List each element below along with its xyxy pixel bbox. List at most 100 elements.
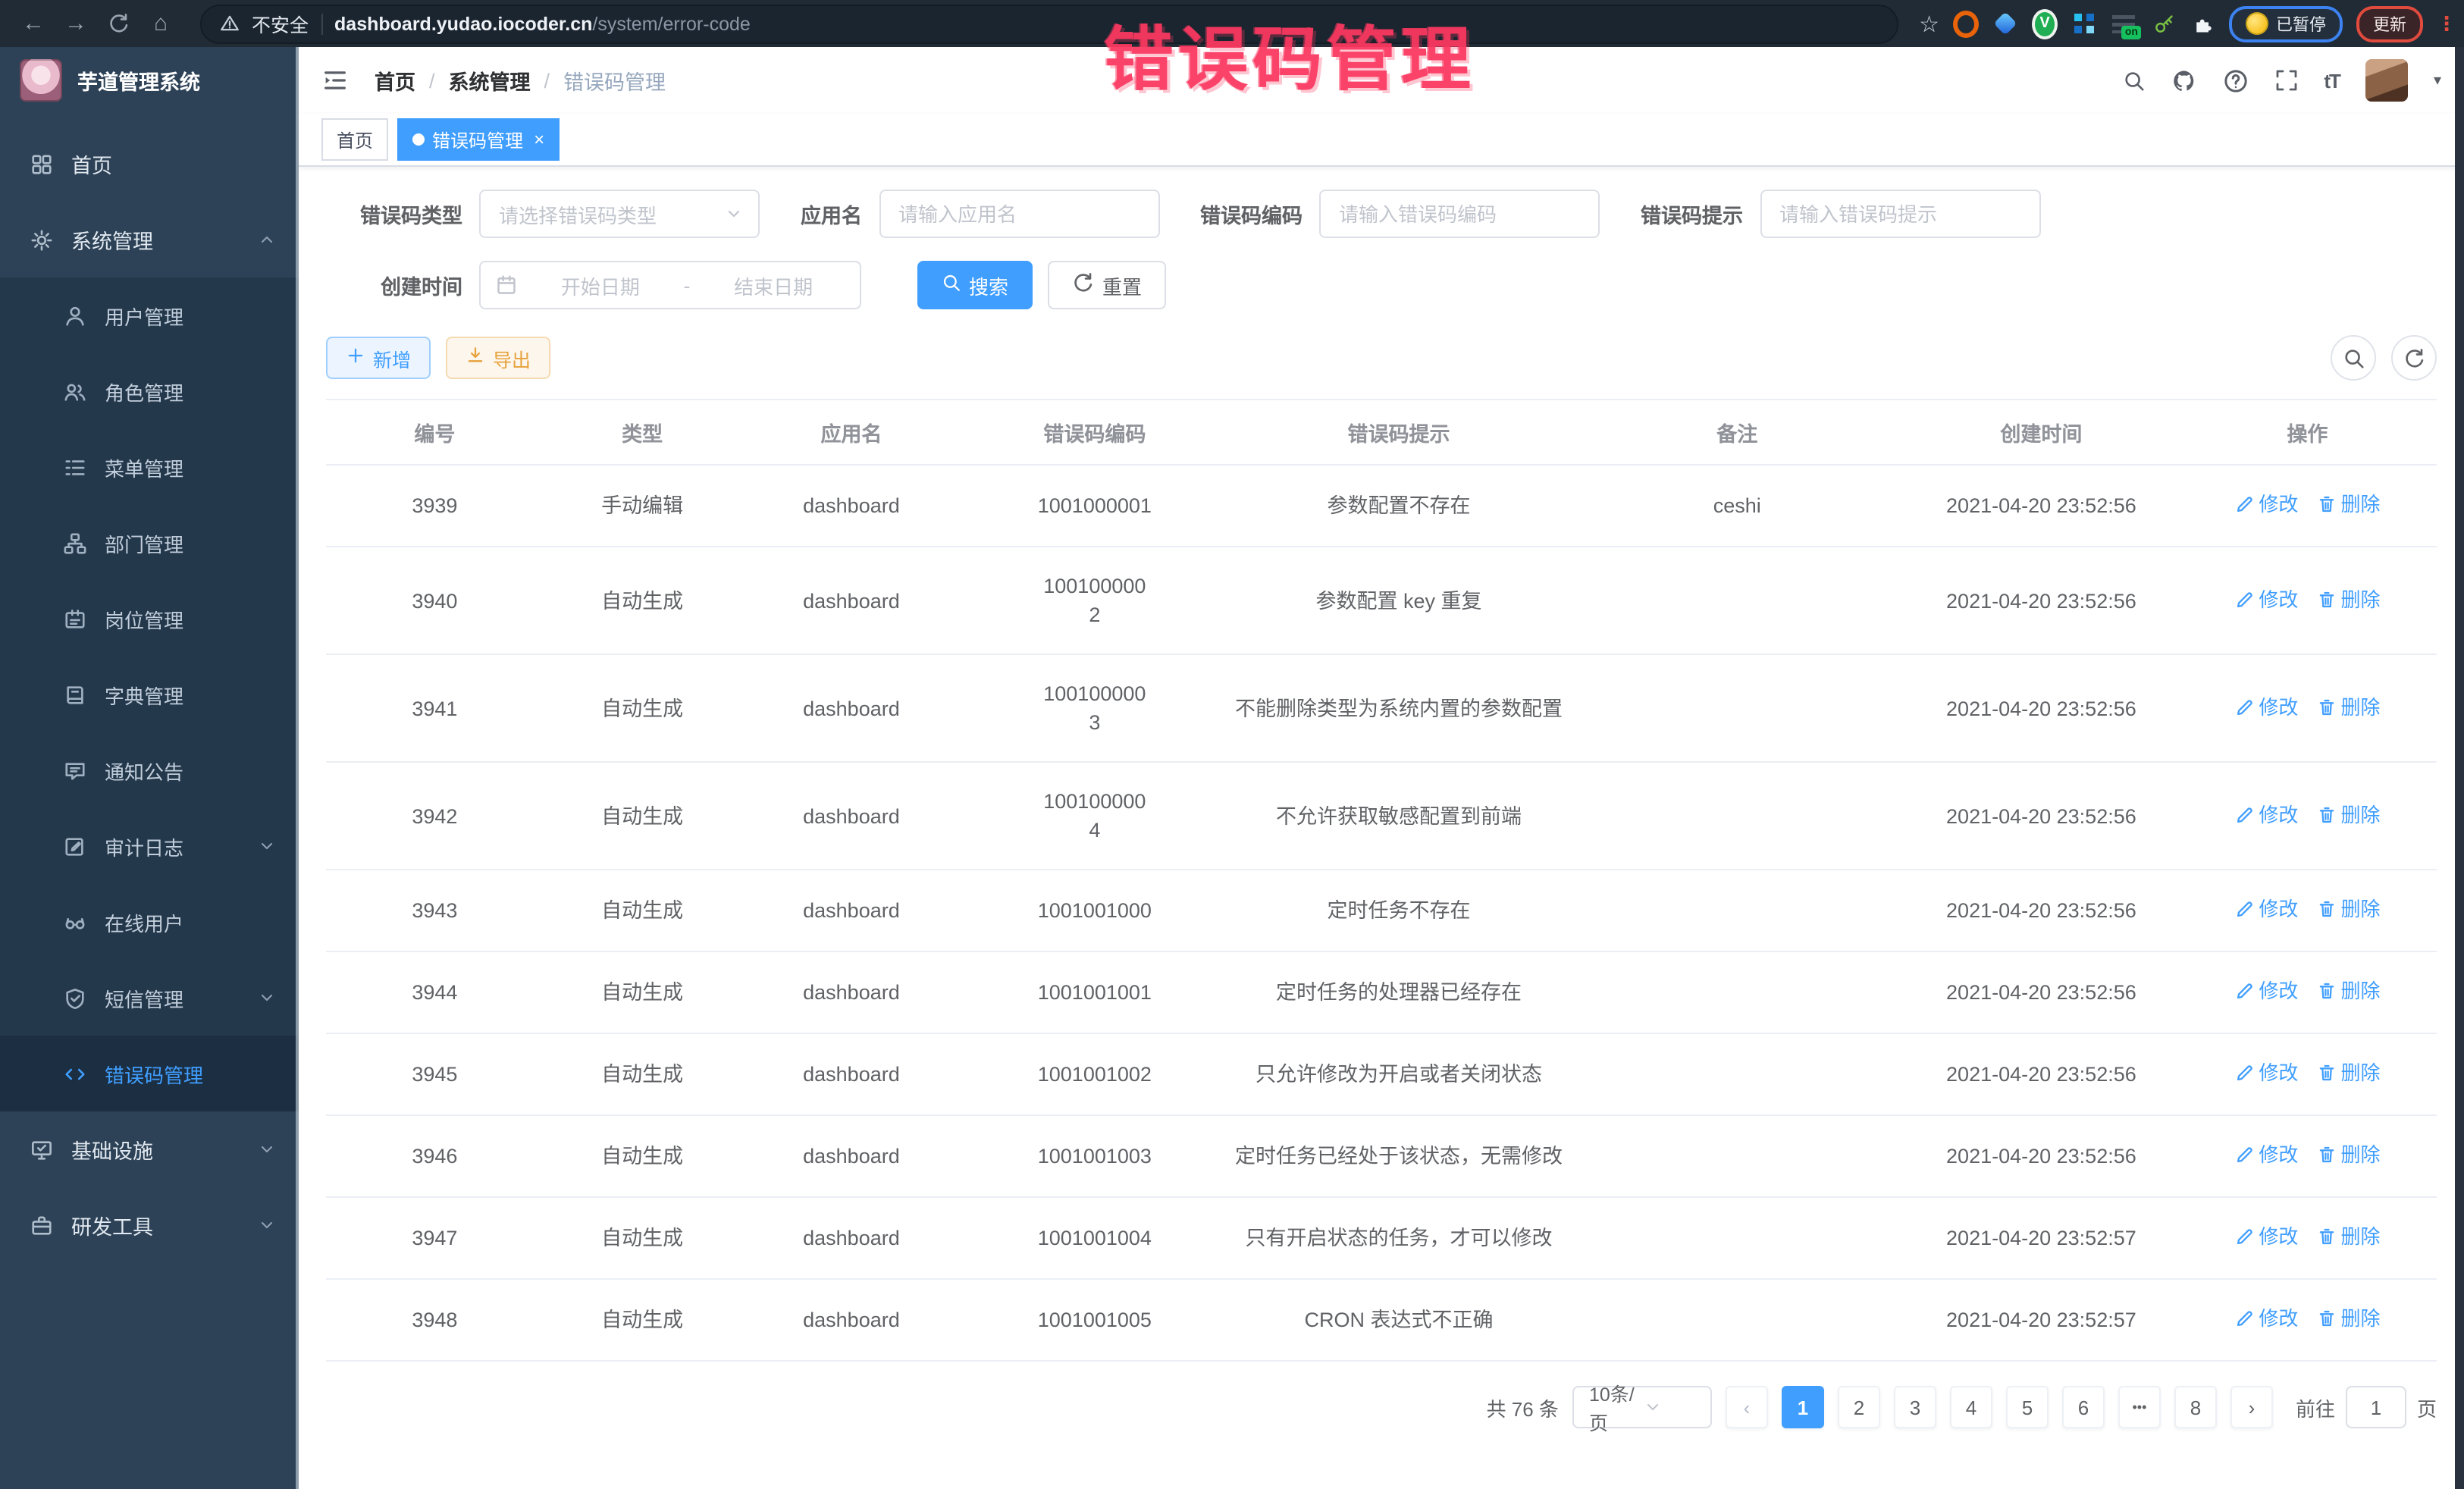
- tag-active-dot: [412, 133, 425, 146]
- avatar-caret-down-icon[interactable]: ▾: [2434, 72, 2441, 89]
- annotation-overlay-text: 错误码管理: [1104, 24, 1475, 94]
- search-button[interactable]: 搜索: [917, 261, 1033, 309]
- error-type-select[interactable]: 请选择错误码类型: [479, 190, 760, 238]
- extension-key-icon[interactable]: [2150, 11, 2176, 36]
- refresh-table-button[interactable]: [2391, 335, 2437, 381]
- type-cell: 自动生成: [544, 870, 741, 951]
- sidebar-item-12[interactable]: 错误码管理: [0, 1036, 299, 1111]
- user-avatar[interactable]: [2365, 59, 2408, 102]
- bookmark-star-icon[interactable]: ☆: [1919, 10, 1939, 37]
- security-warning-label: 不安全: [252, 9, 309, 38]
- collapse-sidebar-icon[interactable]: [321, 67, 352, 94]
- reset-button[interactable]: 重置: [1048, 261, 1166, 309]
- page-button-1[interactable]: 1: [1782, 1386, 1824, 1428]
- id-cell: 3941: [326, 654, 544, 762]
- create-time-range-picker[interactable]: 开始日期 - 结束日期: [479, 261, 861, 309]
- toggle-search-button[interactable]: [2331, 335, 2376, 381]
- sidebar-item-1[interactable]: 系统管理: [0, 202, 299, 277]
- fullscreen-icon[interactable]: [2274, 68, 2298, 92]
- extension-orange-ring-icon[interactable]: [1953, 11, 1979, 36]
- delete-link[interactable]: 删除: [2316, 1222, 2380, 1251]
- create-time-label: 创建时间: [326, 270, 479, 300]
- edit-link[interactable]: 修改: [2234, 585, 2298, 613]
- browser-forward-icon[interactable]: →: [58, 5, 94, 42]
- github-icon[interactable]: [2171, 67, 2196, 93]
- page-ellipsis-button[interactable]: •••: [2118, 1386, 2161, 1428]
- breadcrumb-item-1[interactable]: 系统管理: [449, 65, 531, 96]
- delete-link[interactable]: 删除: [2316, 1058, 2380, 1087]
- sidebar-item-13[interactable]: 基础设施: [0, 1111, 299, 1187]
- sidebar-item-3[interactable]: 角色管理: [0, 353, 299, 429]
- sidebar-item-7[interactable]: 字典管理: [0, 657, 299, 732]
- edit-link[interactable]: 修改: [2234, 1058, 2298, 1087]
- browser-reload-icon[interactable]: [100, 5, 136, 42]
- sidebar-item-5[interactable]: 部门管理: [0, 505, 299, 581]
- header-search-icon[interactable]: [2122, 69, 2145, 92]
- edit-link[interactable]: 修改: [2234, 490, 2298, 519]
- edit-link[interactable]: 修改: [2234, 800, 2298, 829]
- sidebar-item-8[interactable]: 通知公告: [0, 732, 299, 808]
- sidebar-item-0[interactable]: 首页: [0, 126, 299, 202]
- filter-input-2[interactable]: [1319, 190, 1600, 238]
- delete-link[interactable]: 删除: [2316, 976, 2380, 1005]
- page-button-2[interactable]: 2: [1838, 1386, 1880, 1428]
- tag-0[interactable]: 首页×: [321, 118, 388, 161]
- browser-home-icon[interactable]: ⌂: [143, 5, 179, 42]
- sidebar-item-4[interactable]: 菜单管理: [0, 429, 299, 505]
- edit-link[interactable]: 修改: [2234, 895, 2298, 923]
- app-cell: dashboard: [741, 465, 962, 547]
- code-cell: 1001001002: [961, 1033, 1227, 1115]
- edit-link[interactable]: 修改: [2234, 1140, 2298, 1169]
- page-button-8[interactable]: 8: [2174, 1386, 2217, 1428]
- tag-close-icon[interactable]: ×: [534, 129, 544, 150]
- font-size-icon[interactable]: tT: [2324, 69, 2340, 92]
- sidebar-item-label: 用户管理: [105, 301, 183, 330]
- sidebar-item-2[interactable]: 用户管理: [0, 277, 299, 353]
- delete-link[interactable]: 删除: [2316, 1140, 2380, 1169]
- add-button[interactable]: 新增: [326, 337, 431, 379]
- extension-grid-icon[interactable]: [2071, 11, 2097, 36]
- delete-link[interactable]: 删除: [2316, 490, 2380, 519]
- extensions-puzzle-icon[interactable]: [2190, 11, 2215, 36]
- next-page-button[interactable]: ›: [2230, 1386, 2273, 1428]
- goto-page-input[interactable]: [2346, 1386, 2406, 1428]
- app-cell: dashboard: [741, 1279, 962, 1361]
- delete-link[interactable]: 删除: [2316, 895, 2380, 923]
- address-bar[interactable]: 不安全 dashboard.yudao.iocoder.cn/system/er…: [200, 4, 1898, 43]
- filter-input-1[interactable]: [879, 190, 1159, 238]
- page-size-select[interactable]: 10条/页: [1572, 1386, 1712, 1428]
- sidebar-item-9[interactable]: 审计日志: [0, 808, 299, 884]
- edit-link[interactable]: 修改: [2234, 1222, 2298, 1251]
- sidebar-item-14[interactable]: 研发工具: [0, 1187, 299, 1263]
- extension-green-v-icon[interactable]: V: [2032, 11, 2058, 36]
- browser-back-icon[interactable]: ←: [15, 5, 52, 42]
- edit-link[interactable]: 修改: [2234, 1304, 2298, 1333]
- url-separator: [321, 13, 322, 34]
- extension-blue-gem-icon[interactable]: [1992, 11, 2018, 36]
- breadcrumb-item-0[interactable]: 首页: [375, 65, 415, 96]
- extension-list-on-icon[interactable]: on: [2111, 11, 2136, 36]
- tag-1[interactable]: 错误码管理×: [397, 118, 560, 161]
- page-button-6[interactable]: 6: [2062, 1386, 2105, 1428]
- page-button-5[interactable]: 5: [2006, 1386, 2049, 1428]
- sidebar-logo-row[interactable]: 芋道管理系统: [0, 47, 299, 114]
- sidebar-item-6[interactable]: 岗位管理: [0, 581, 299, 657]
- delete-link[interactable]: 删除: [2316, 800, 2380, 829]
- profile-paused-pill[interactable]: 已暂停: [2229, 5, 2343, 42]
- edit-link[interactable]: 修改: [2234, 976, 2298, 1005]
- filter-input-3[interactable]: [1760, 190, 2040, 238]
- page-button-4[interactable]: 4: [1950, 1386, 1992, 1428]
- delete-link[interactable]: 删除: [2316, 692, 2380, 721]
- delete-link[interactable]: 删除: [2316, 585, 2380, 613]
- browser-update-button[interactable]: 更新: [2356, 5, 2423, 42]
- prev-page-button[interactable]: ‹: [1726, 1386, 1768, 1428]
- delete-link[interactable]: 删除: [2316, 1304, 2380, 1333]
- help-icon[interactable]: [2222, 67, 2248, 93]
- sidebar-item-11[interactable]: 短信管理: [0, 960, 299, 1036]
- browser-menu-icon[interactable]: ⋮: [2437, 17, 2449, 30]
- calendar-icon: [496, 274, 517, 296]
- sidebar-item-10[interactable]: 在线用户: [0, 884, 299, 960]
- export-button[interactable]: 导出: [446, 337, 550, 379]
- page-button-3[interactable]: 3: [1894, 1386, 1936, 1428]
- edit-link[interactable]: 修改: [2234, 692, 2298, 721]
